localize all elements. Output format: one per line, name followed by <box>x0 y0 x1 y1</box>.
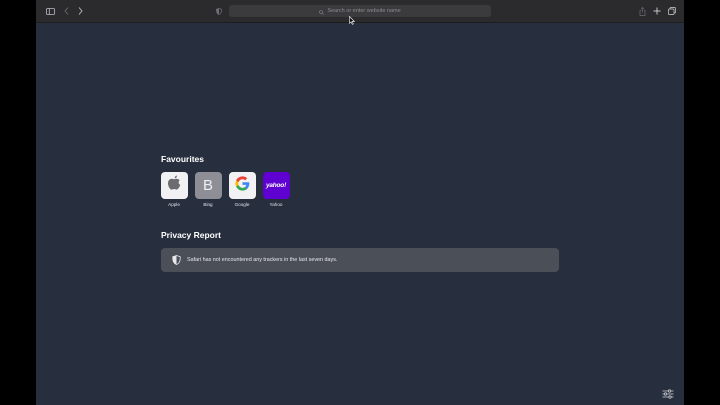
yahoo-logo: yahoo! <box>265 182 287 189</box>
favourites-title: Favourites <box>161 154 204 164</box>
google-icon <box>234 175 251 197</box>
favourite-label: Google <box>234 202 250 207</box>
share-icon[interactable] <box>637 4 647 18</box>
privacy-report-title: Privacy Report <box>161 230 221 240</box>
bing-tile: B <box>194 172 222 199</box>
yahoo-tile: yahoo! <box>262 172 290 199</box>
customize-start-page-icon[interactable] <box>662 386 674 404</box>
browser-toolbar: Search or enter website name <box>36 0 684 23</box>
forward-icon[interactable] <box>76 4 84 18</box>
apple-tile <box>160 172 188 199</box>
privacy-report-message: Safari has not encountered any trackers … <box>187 257 338 263</box>
apple-icon <box>167 175 182 197</box>
tab-overview-icon[interactable] <box>667 4 677 18</box>
favourite-label: Yahoo <box>269 202 283 207</box>
favourite-label: Apple <box>168 202 180 207</box>
sidebar-icon[interactable] <box>44 4 56 18</box>
favourite-google[interactable]: Google <box>228 172 256 207</box>
search-icon <box>319 2 325 20</box>
favourite-apple[interactable]: Apple <box>160 172 188 207</box>
bing-letter: B <box>202 177 213 194</box>
new-tab-icon[interactable] <box>652 4 662 18</box>
privacy-shield-icon[interactable] <box>214 4 223 18</box>
back-icon[interactable] <box>62 4 70 18</box>
address-placeholder: Search or enter website name <box>327 8 401 14</box>
favourite-label: Bing <box>203 202 213 207</box>
mouse-cursor-icon <box>349 12 356 30</box>
privacy-report-card[interactable]: Safari has not encountered any trackers … <box>161 248 559 272</box>
browser-window: Search or enter website name Favourites … <box>36 0 684 405</box>
google-tile <box>228 172 256 199</box>
address-bar[interactable]: Search or enter website name <box>229 5 491 17</box>
favourite-yahoo[interactable]: yahoo! Yahoo <box>262 172 290 207</box>
favourite-bing[interactable]: B Bing <box>194 172 222 207</box>
privacy-shield-icon <box>172 255 181 265</box>
